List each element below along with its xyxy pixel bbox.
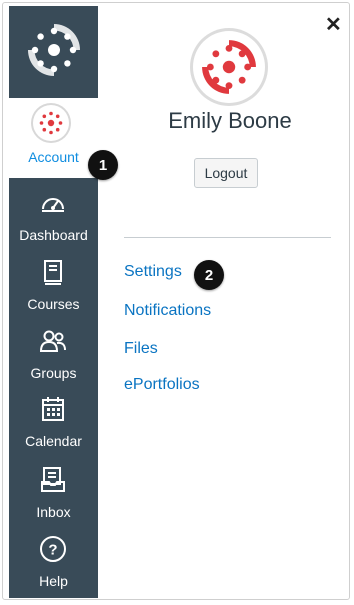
- global-nav: Account Dashboard Courses Groups Calenda…: [9, 6, 98, 598]
- account-avatar: [31, 103, 71, 143]
- nav-item-label: Calendar: [25, 433, 82, 449]
- calendar-icon: [42, 397, 64, 421]
- nav-item-account-label: Account: [28, 149, 79, 165]
- nav-item-label: Groups: [30, 365, 77, 381]
- close-icon[interactable]: ✕: [325, 15, 342, 35]
- nav-item-inbox[interactable]: Inbox: [9, 463, 98, 529]
- nav-item-help[interactable]: ? Help: [9, 532, 98, 598]
- callout-badge: 2: [194, 260, 224, 290]
- settings-link[interactable]: Settings: [124, 263, 182, 281]
- svg-text:?: ?: [48, 542, 57, 559]
- canvas-logo-icon: [27, 23, 80, 76]
- canvas-logo-icon: [202, 40, 256, 94]
- nav-item-label: Help: [39, 573, 68, 589]
- canvas-logo-icon: [39, 111, 63, 135]
- nav-item-calendar[interactable]: Calendar: [9, 392, 98, 458]
- nav-item-label: Dashboard: [19, 227, 88, 243]
- logout-button[interactable]: Logout: [194, 158, 258, 188]
- dashboard-icon: [42, 198, 64, 212]
- callout-badge: 1: [88, 150, 118, 180]
- nav-item-account[interactable]: Account: [9, 98, 98, 178]
- courses-icon: [44, 260, 62, 285]
- nav-item-groups[interactable]: Groups: [9, 324, 98, 390]
- canvas-logo[interactable]: [9, 6, 98, 93]
- nav-item-label: Courses: [27, 296, 80, 312]
- nav-item-label: Inbox: [36, 504, 71, 520]
- notifications-link[interactable]: Notifications: [124, 302, 211, 320]
- groups-icon: [39, 330, 66, 352]
- nav-item-courses[interactable]: Courses: [9, 255, 98, 321]
- inbox-icon: [41, 467, 65, 492]
- files-link[interactable]: Files: [124, 340, 158, 358]
- user-avatar: [190, 28, 268, 106]
- eportfolios-link[interactable]: ePortfolios: [124, 376, 200, 394]
- help-icon: ?: [40, 536, 66, 562]
- divider: [124, 237, 331, 238]
- user-name: Emily Boone: [168, 108, 292, 133]
- nav-item-dashboard[interactable]: Dashboard: [9, 186, 98, 252]
